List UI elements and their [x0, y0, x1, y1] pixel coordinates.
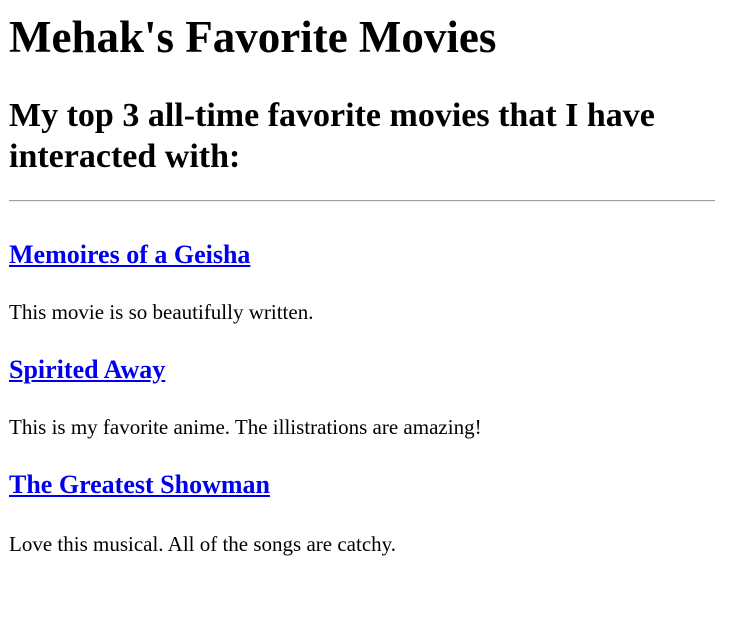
movie-heading-spirited-away: Spirited Away	[9, 355, 165, 385]
movie-description: Love this musical. All of the songs are …	[9, 532, 397, 556]
movie-link-spirited-away[interactable]: Spirited Away	[9, 355, 165, 384]
page-subtitle: My top 3 all-time favorite movies that I…	[9, 97, 655, 175]
divider	[9, 200, 715, 202]
movie-description: This is my favorite anime. The illistrat…	[9, 415, 482, 439]
movie-heading-the-greatest-showman: The Greatest Showman	[9, 470, 270, 500]
movie-heading-memoires-of-a-geisha: Memoires of a Geisha	[9, 240, 250, 270]
page-title: Mehak's Favorite Movies	[9, 12, 497, 62]
movie-link-the-greatest-showman[interactable]: The Greatest Showman	[9, 470, 270, 499]
movie-link-memoires-of-a-geisha[interactable]: Memoires of a Geisha	[9, 240, 250, 269]
movie-description: This movie is so beautifully written.	[9, 300, 314, 324]
